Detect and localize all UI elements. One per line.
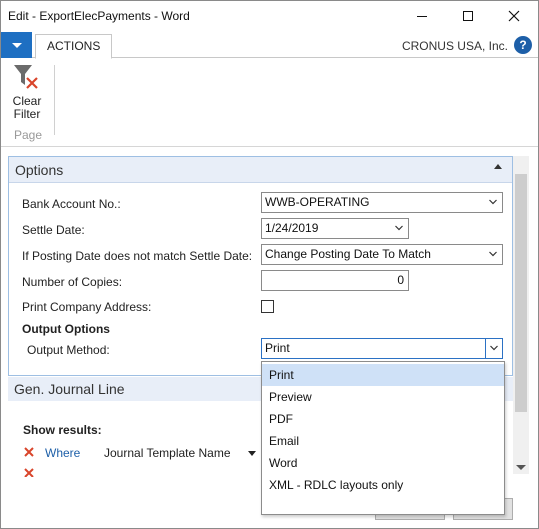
posting-mismatch-value: Change Posting Date To Match	[265, 247, 431, 261]
output-method-value: Print	[265, 341, 290, 355]
output-method-dropdown-list: Print Preview PDF Email Word XML - RDLC …	[261, 361, 505, 515]
tab-actions[interactable]: ACTIONS	[35, 34, 113, 59]
chevron-down-icon[interactable]	[248, 451, 256, 456]
scroll-down-icon[interactable]	[516, 465, 526, 470]
chevron-down-icon	[489, 199, 497, 205]
collapse-caret-icon[interactable]	[494, 164, 502, 169]
maximize-button[interactable]	[445, 1, 491, 31]
filter-field-name[interactable]: Journal Template Name	[104, 446, 231, 460]
minimize-icon	[417, 15, 427, 17]
window-title: Edit - ExportElecPayments - Word	[8, 9, 190, 23]
minimize-button[interactable]	[399, 1, 445, 31]
filter-row-partial	[23, 467, 63, 477]
clear-filter-icon	[12, 61, 42, 95]
clear-filter-label-line2: Filter	[13, 107, 41, 121]
posting-mismatch-select[interactable]: Change Posting Date To Match	[261, 244, 503, 265]
help-icon[interactable]: ?	[514, 36, 532, 54]
gen-journal-line-title: Gen. Journal Line	[14, 381, 125, 397]
remove-filter-icon[interactable]	[23, 467, 35, 477]
bank-account-value: WWB-OPERATING	[265, 195, 370, 209]
copies-input[interactable]: 0	[261, 270, 409, 291]
options-title: Options	[15, 162, 64, 178]
bank-account-select[interactable]: WWB-OPERATING	[261, 192, 503, 213]
output-method-label: Output Method:	[27, 343, 110, 357]
copies-label: Number of Copies:	[22, 275, 123, 289]
close-icon	[508, 10, 520, 22]
remove-filter-icon[interactable]	[23, 446, 35, 458]
output-options-heading: Output Options	[22, 322, 110, 336]
where-label[interactable]: Where	[45, 446, 80, 460]
vertical-scrollbar[interactable]	[513, 156, 529, 474]
ribbon-divider	[54, 65, 55, 135]
dropdown-option-pdf[interactable]: PDF	[262, 408, 504, 430]
scrollbar-thumb[interactable]	[515, 174, 527, 412]
bank-account-label: Bank Account No.:	[22, 197, 121, 211]
chevron-down-icon	[395, 225, 403, 231]
dropdown-option-print[interactable]: Print	[262, 364, 504, 386]
settle-date-value: 1/24/2019	[265, 221, 319, 235]
settle-date-label: Settle Date:	[22, 223, 85, 237]
dropdown-option-preview[interactable]: Preview	[262, 386, 504, 408]
application-menu-button[interactable]	[1, 32, 32, 58]
chevron-down-icon	[490, 345, 498, 351]
ribbon-tabstrip: ACTIONS CRONUS USA, Inc. ?	[1, 32, 538, 59]
chevron-down-icon	[489, 251, 497, 257]
output-method-select[interactable]: Print	[261, 338, 503, 359]
ribbon-group-page: Page	[14, 128, 43, 142]
print-company-checkbox[interactable]	[261, 300, 274, 313]
close-button[interactable]	[491, 1, 537, 31]
clear-filter-button[interactable]: Clear Filter	[9, 61, 45, 123]
maximize-icon	[463, 11, 473, 21]
show-results-label: Show results:	[23, 423, 102, 437]
options-fasttab: Options Bank Account No.: WWB-OPERATING …	[8, 156, 513, 376]
settle-date-select[interactable]: 1/24/2019	[261, 218, 409, 239]
dropdown-option-xml[interactable]: XML - RDLC layouts only	[262, 474, 504, 496]
options-header[interactable]: Options	[9, 157, 512, 183]
posting-mismatch-label: If Posting Date does not match Settle Da…	[22, 249, 253, 263]
output-method-dropdown-button[interactable]	[485, 339, 502, 358]
chevron-down-icon	[11, 42, 22, 48]
print-company-label: Print Company Address:	[22, 300, 152, 314]
dropdown-option-email[interactable]: Email	[262, 430, 504, 452]
dropdown-option-word[interactable]: Word	[262, 452, 504, 474]
ribbon-body: Clear Filter Page	[1, 59, 538, 147]
title-bar: Edit - ExportElecPayments - Word	[1, 1, 538, 31]
filter-row: Where Journal Template Name	[23, 445, 283, 463]
report-request-window: Edit - ExportElecPayments - Word ACTIONS…	[0, 0, 539, 529]
company-name: CRONUS USA, Inc.	[401, 39, 508, 53]
